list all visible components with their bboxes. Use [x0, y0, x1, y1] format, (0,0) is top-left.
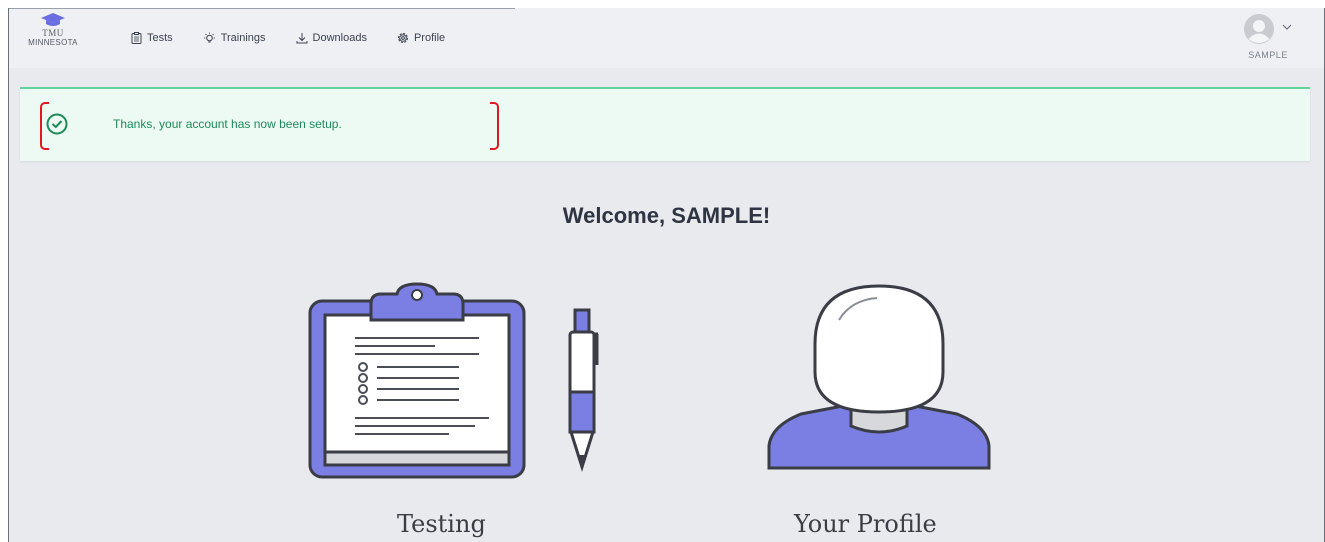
success-alert: Thanks, your account has now been setup. — [20, 87, 1310, 161]
nav-item-profile-label: Profile — [413, 32, 446, 44]
nav-item-tests-label: Tests — [147, 32, 173, 44]
person-silhouette-illustration — [767, 284, 991, 470]
welcome-heading: Welcome, SAMPLE! — [562, 203, 771, 228]
profile-card[interactable]: Your Profile — [749, 280, 1009, 542]
clipboard-icon — [131, 32, 142, 44]
download-icon — [296, 33, 308, 44]
user-menu[interactable]: SAMPLE — [1232, 14, 1296, 64]
app-frame: TMU MINNESOTA Tests Trainings Downloads … — [8, 8, 1325, 542]
testing-card[interactable]: Testing — [299, 280, 619, 542]
nav-links: Tests Trainings Downloads Profile — [131, 30, 475, 46]
brand-line2: MINNESOTA — [28, 38, 78, 47]
lightbulb-icon — [203, 32, 215, 42]
nav-item-downloads-label: Downloads — [312, 32, 367, 44]
top-border — [9, 8, 515, 9]
nav-item-downloads[interactable]: Downloads — [296, 30, 367, 46]
testing-card-label: Testing — [397, 510, 486, 538]
user-name: SAMPLE — [1248, 50, 1288, 60]
chevron-down-icon — [1282, 24, 1292, 30]
clipboard-pen-illustration — [308, 282, 599, 479]
gear-icon — [397, 33, 408, 43]
profile-card-label: Your Profile — [794, 510, 937, 538]
alert-message: Thanks, your account has now been setup. — [113, 117, 342, 131]
brand-logo[interactable]: TMU MINNESOTA — [13, 12, 93, 64]
top-navbar: TMU MINNESOTA Tests Trainings Downloads … — [9, 8, 1324, 68]
nav-item-tests[interactable]: Tests — [131, 30, 173, 46]
nav-item-profile[interactable]: Profile — [397, 30, 445, 46]
nav-item-trainings[interactable]: Trainings — [203, 30, 266, 46]
annotation-bracket-left — [40, 102, 49, 150]
check-circle-icon — [46, 113, 68, 135]
nav-item-trainings-label: Trainings — [220, 32, 266, 44]
annotation-bracket-right — [490, 102, 499, 150]
brand-line1: TMU — [42, 28, 64, 38]
avatar-icon — [1244, 14, 1274, 44]
graduation-cap-icon — [41, 13, 65, 26]
